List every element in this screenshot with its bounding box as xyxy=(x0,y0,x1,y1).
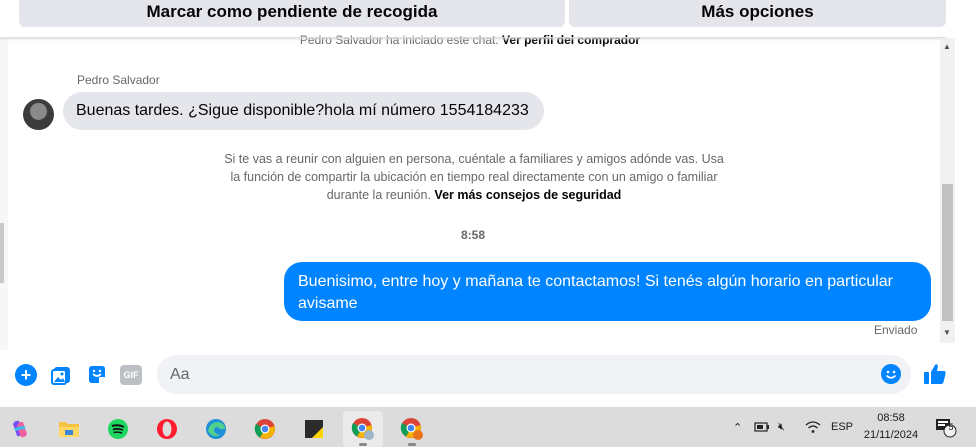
sticker-icon[interactable] xyxy=(86,364,108,386)
chrome-icon[interactable] xyxy=(245,411,285,447)
safety-notice: Si te vas a reunir con alguien en person… xyxy=(222,150,726,204)
sticky-notes-icon[interactable] xyxy=(294,411,334,447)
mark-pending-button-face[interactable]: Marcar como pendiente de recogida xyxy=(19,0,565,27)
sender-name: Pedro Salvador xyxy=(77,73,160,87)
chrome-alt-profile-icon[interactable] xyxy=(392,411,432,447)
scroll-down-icon[interactable]: ▼ xyxy=(943,328,951,337)
clock-time: 08:58 xyxy=(877,412,905,424)
notification-count: 5 xyxy=(948,422,954,432)
message-status: Enviado xyxy=(874,323,918,337)
taskbar-clock[interactable]: 08:58 21/11/2024 xyxy=(860,410,922,444)
wifi-icon[interactable] xyxy=(805,407,821,447)
chat-scrollbar[interactable]: ▲ ▼ xyxy=(940,38,955,343)
taskbar: ⌃ 🔇︎ ESP 08:58 21/11/2024 5 xyxy=(0,407,976,447)
top-divider xyxy=(0,37,946,41)
edge-icon[interactable] xyxy=(196,411,236,447)
active-app-indicator xyxy=(359,443,367,446)
plus-icon[interactable]: + xyxy=(15,364,37,386)
chrome-profile-icon[interactable] xyxy=(343,411,383,447)
file-explorer-icon[interactable] xyxy=(49,411,89,447)
battery-icon[interactable] xyxy=(754,407,770,447)
volume-muted-icon[interactable]: 🔇︎ xyxy=(778,407,785,447)
opera-icon[interactable] xyxy=(147,411,187,447)
action-bar-overlay: Marcar como pendiente de recogida Más op… xyxy=(0,0,976,33)
running-app-indicator xyxy=(408,443,416,446)
gif-icon[interactable]: GIF xyxy=(120,365,142,385)
message-input-wrapper xyxy=(157,355,911,394)
emoji-icon[interactable] xyxy=(880,363,902,385)
message-time: 8:58 xyxy=(460,228,486,242)
language-indicator[interactable]: ESP xyxy=(831,407,853,447)
scrollbar-thumb[interactable] xyxy=(942,184,953,321)
like-icon[interactable] xyxy=(923,362,947,386)
message-input[interactable] xyxy=(170,355,850,394)
more-options-button-face[interactable]: Más opciones xyxy=(569,0,946,27)
show-hidden-icons-icon[interactable]: ⌃ xyxy=(733,407,742,447)
scroll-up-icon[interactable]: ▲ xyxy=(943,42,951,51)
safety-tips-link[interactable]: Ver más consejos de seguridad xyxy=(434,188,621,202)
avatar[interactable] xyxy=(23,99,54,130)
copilot-icon[interactable] xyxy=(0,411,40,447)
spotify-icon[interactable] xyxy=(98,411,138,447)
left-panel-edge xyxy=(0,38,8,368)
notifications-icon[interactable]: 5 xyxy=(935,407,957,447)
clock-date: 21/11/2024 xyxy=(863,429,919,441)
photo-icon[interactable] xyxy=(51,364,73,386)
incoming-message[interactable]: Buenas tardes. ¿Sigue disponible?hola mí… xyxy=(63,92,544,130)
outgoing-message[interactable]: Buenisimo, entre hoy y mañana te contact… xyxy=(284,262,931,321)
composer: + GIF xyxy=(0,350,976,400)
